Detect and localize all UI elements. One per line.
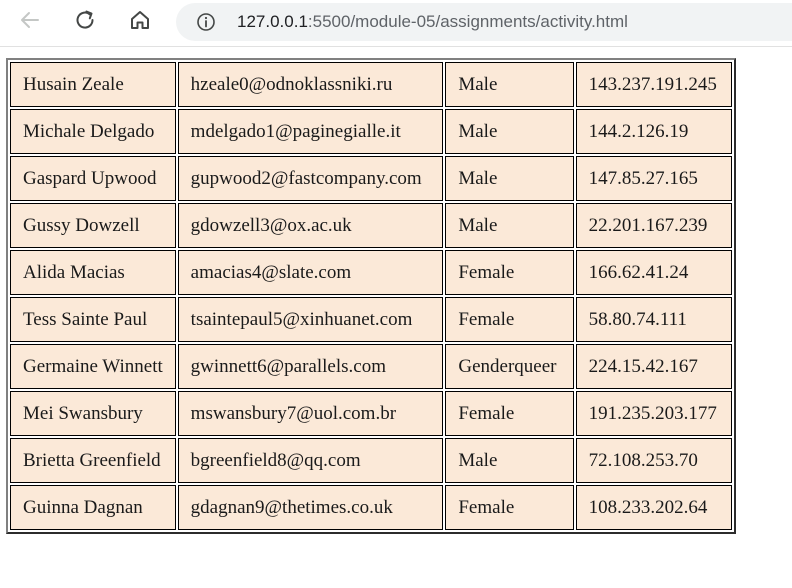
email-cell: gupwood2@fastcompany.com (177, 156, 444, 201)
email-cell: gwinnett6@parallels.com (177, 344, 444, 389)
ip-address-cell: 143.237.191.245 (575, 62, 732, 107)
reload-icon (73, 8, 97, 37)
gender-cell: Female (445, 391, 574, 436)
table-row: Michale Delgado mdelgado1@paginegialle.it… (10, 109, 732, 154)
ip-address-cell: 144.2.126.19 (575, 109, 732, 154)
url-host: 127.0.0.1 (237, 12, 308, 31)
table-row: Alida Macias amacias4@slate.com Female 166.… (10, 250, 732, 295)
name-cell: Gaspard Upwood (10, 156, 176, 201)
table-row: Mei Swansbury mswansbury7@uol.com.br Femal… (10, 391, 732, 436)
email-cell: gdowzell3@ox.ac.uk (177, 203, 444, 248)
ip-address-cell: 166.62.41.24 (575, 250, 732, 295)
email-cell: mdelgado1@paginegialle.it (177, 109, 444, 154)
gender-cell: Male (445, 62, 574, 107)
name-cell: Gussy Dowzell (10, 203, 176, 248)
gender-cell: Genderqueer (445, 344, 574, 389)
name-cell: Alida Macias (10, 250, 176, 295)
email-cell: tsaintepaul5@xinhuanet.com (177, 297, 444, 342)
url-path: :5500/module-05/assignments/activity.htm… (307, 12, 628, 31)
reload-button[interactable] (69, 7, 101, 37)
table-body: Husain Zeale hzeale0@odnoklassniki.ru Male… (10, 62, 732, 530)
ip-address-cell: 224.15.42.167 (575, 344, 732, 389)
gender-cell: Male (445, 156, 574, 201)
name-cell: Germaine Winnett (10, 344, 176, 389)
ip-address-cell: 147.85.27.165 (575, 156, 732, 201)
user-data-table: Husain Zeale hzeale0@odnoklassniki.ru Male… (6, 58, 736, 534)
email-cell: hzeale0@odnoklassniki.ru (177, 62, 444, 107)
gender-cell: Female (445, 250, 574, 295)
table-row: Guinna Dagnan gdagnan9@thetimes.co.uk Fema… (10, 485, 732, 530)
ip-address-cell: 72.108.253.70 (575, 438, 732, 483)
table-row: Tess Sainte Paul tsaintepaul5@xinhuanet.c… (10, 297, 732, 342)
email-cell: mswansbury7@uol.com.br (177, 391, 444, 436)
name-cell: Mei Swansbury (10, 391, 176, 436)
name-cell: Brietta Greenfield (10, 438, 176, 483)
ip-address-cell: 22.201.167.239 (575, 203, 732, 248)
table-row: Brietta Greenfield bgreenfield8@qq.com Mal… (10, 438, 732, 483)
gender-cell: Female (445, 297, 574, 342)
back-arrow-icon (19, 9, 41, 36)
table-row: Gussy Dowzell gdowzell3@ox.ac.uk Male 22.20… (10, 203, 732, 248)
gender-cell: Male (445, 109, 574, 154)
ip-address-cell: 58.80.74.111 (575, 297, 732, 342)
gender-cell: Male (445, 203, 574, 248)
address-bar[interactable]: 127.0.0.1:5500/module-05/assignments/act… (176, 3, 792, 41)
home-button[interactable] (124, 7, 156, 37)
email-cell: gdagnan9@thetimes.co.uk (177, 485, 444, 530)
name-cell: Tess Sainte Paul (10, 297, 176, 342)
table-row: Germaine Winnett gwinnett6@parallels.com G… (10, 344, 732, 389)
name-cell: Guinna Dagnan (10, 485, 176, 530)
info-icon[interactable] (195, 11, 217, 33)
gender-cell: Female (445, 485, 574, 530)
back-button[interactable] (14, 7, 46, 37)
table-row: Husain Zeale hzeale0@odnoklassniki.ru Male… (10, 62, 732, 107)
home-icon (129, 9, 151, 36)
gender-cell: Male (445, 438, 574, 483)
email-cell: amacias4@slate.com (177, 250, 444, 295)
name-cell: Michale Delgado (10, 109, 176, 154)
table-row: Gaspard Upwood gupwood2@fastcompany.com Ma… (10, 156, 732, 201)
url-text[interactable]: 127.0.0.1:5500/module-05/assignments/act… (237, 12, 628, 32)
browser-toolbar: 127.0.0.1:5500/module-05/assignments/act… (0, 0, 792, 47)
ip-address-cell: 191.235.203.177 (575, 391, 732, 436)
ip-address-cell: 108.233.202.64 (575, 485, 732, 530)
email-cell: bgreenfield8@qq.com (177, 438, 444, 483)
name-cell: Husain Zeale (10, 62, 176, 107)
